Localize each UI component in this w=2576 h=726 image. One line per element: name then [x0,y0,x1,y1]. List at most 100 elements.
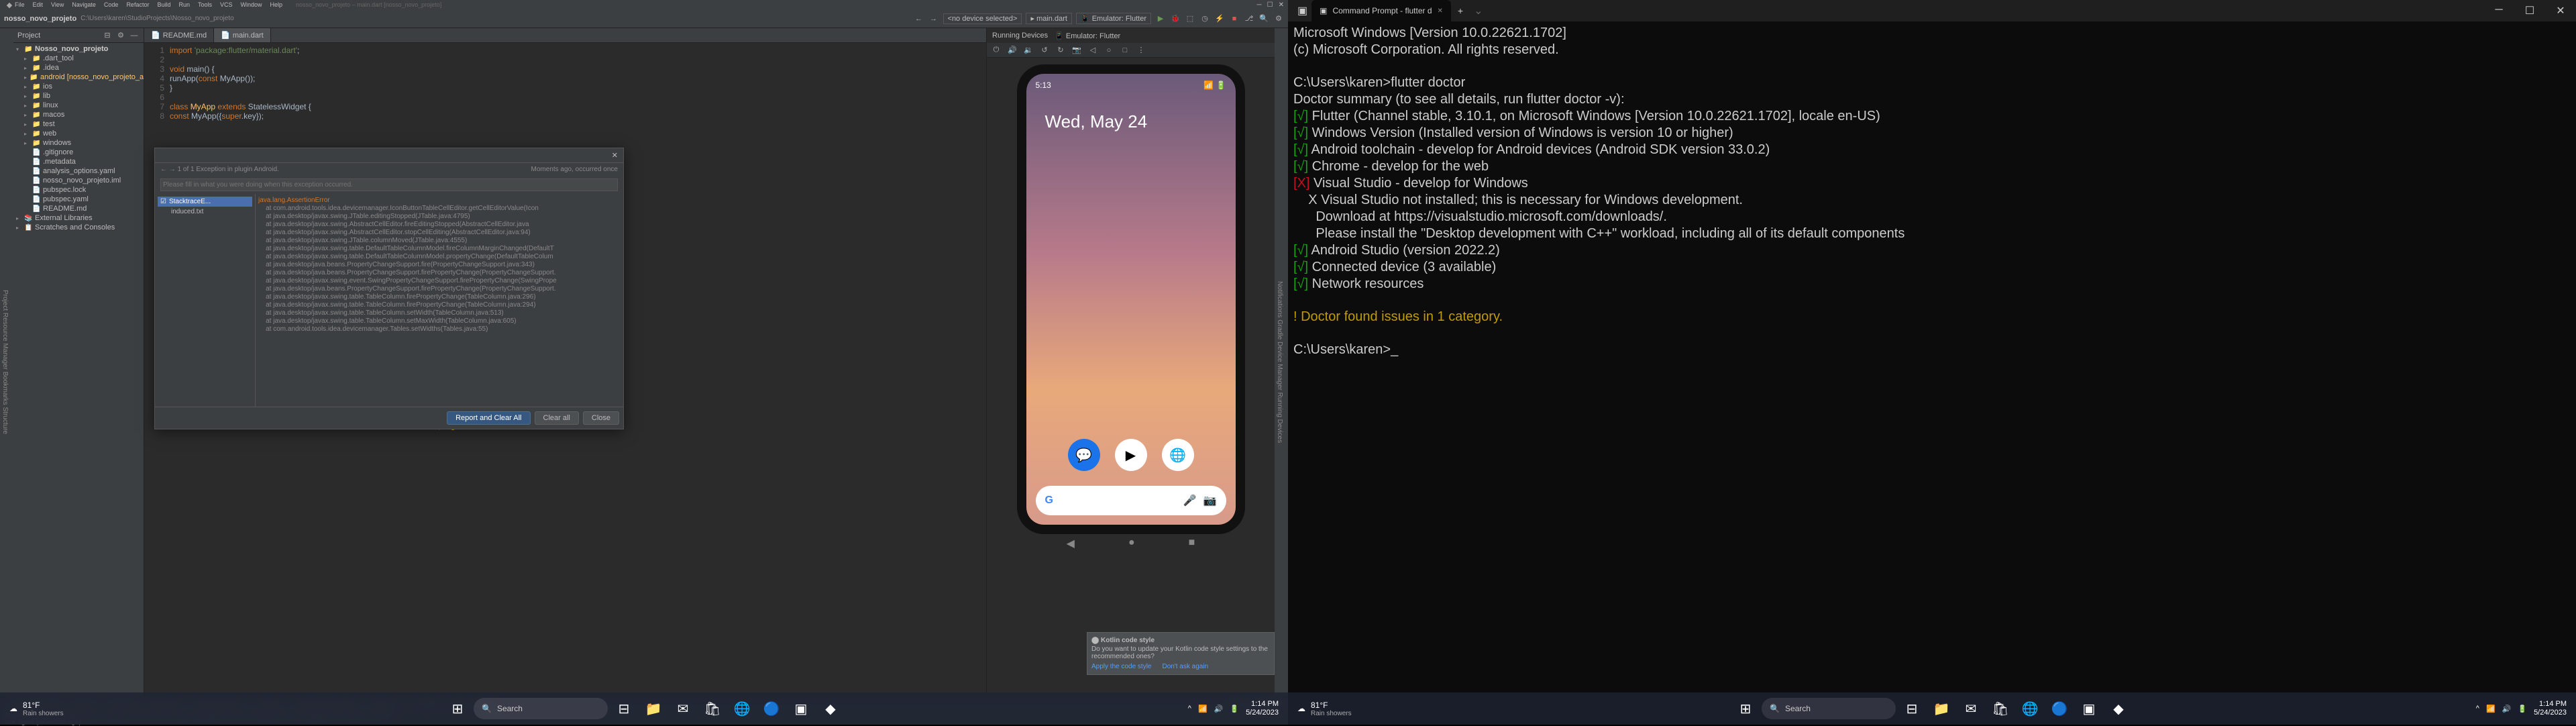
profile-icon[interactable]: ◷ [1199,13,1210,24]
home-nav-icon[interactable]: ○ [1104,45,1114,56]
tray-wifi-icon[interactable]: 📶 [1198,705,1208,713]
menu-view[interactable]: View [51,1,64,8]
project-tree[interactable]: ▾📁Nosso_novo_projeto ▸📁.dart_tool ▸📁.ide… [13,43,144,234]
weather-widget[interactable]: ☁ 81°F Rain showers [0,701,73,717]
stop-icon[interactable]: ■ [1229,13,1240,24]
device-select[interactable]: <no device selected> [943,13,1022,24]
menu-refactor[interactable]: Refactor [126,1,149,8]
tree-lib[interactable]: lib [43,92,50,100]
terminal-icon-r[interactable]: ▣ [2076,695,2102,722]
explorer-icon-r[interactable]: 📁 [1928,695,1955,722]
nav-back-icon[interactable]: ◀ [1067,537,1075,550]
hide-icon[interactable]: — [129,30,140,41]
terminal-output[interactable]: Microsoft Windows [Version 10.0.22621.17… [1288,21,2576,692]
tab-dropdown-icon[interactable]: ⌄ [1470,4,1487,17]
power-icon[interactable]: ⏻ [991,45,1002,56]
tree-test[interactable]: test [43,120,55,128]
tree-gitignore[interactable]: .gitignore [43,148,73,156]
rotate-left-icon[interactable]: ↺ [1039,45,1050,56]
play-store-icon[interactable]: ▶ [1115,439,1147,471]
cmd-tab-close-icon[interactable]: ✕ [1438,7,1443,15]
tray-volume-icon[interactable]: 🔊 [1214,705,1224,713]
tree-linux[interactable]: linux [43,101,58,109]
chrome-icon[interactable]: 🌐 [1162,439,1194,471]
tree-ios[interactable]: ios [43,83,52,91]
apply-code-style-link[interactable]: Apply the code style [1091,663,1152,670]
more-icon[interactable]: ⋮ [1136,45,1146,56]
debug-icon[interactable]: 🐞 [1170,13,1181,24]
minimize-button[interactable]: ─ [1257,1,1262,9]
tree-windows[interactable]: windows [43,139,71,147]
menu-navigate[interactable]: Navigate [72,1,96,8]
nav-recents-icon[interactable]: ■ [1189,537,1195,550]
status-indent[interactable]: 2 spaces [434,427,447,719]
tree-idea[interactable]: .idea [43,64,59,72]
menu-edit[interactable]: Edit [33,1,44,8]
cmd-tab[interactable]: ▣ Command Prompt - flutter d ✕ [1311,0,1451,21]
start-button[interactable]: ⊞ [444,695,471,722]
google-search-bar[interactable]: G 🎤 📷 [1036,486,1226,515]
collapse-icon[interactable]: ⊟ [102,30,113,41]
error-stacktrace[interactable]: java.lang.AssertionError at com.android.… [256,194,623,407]
tray-battery-icon-r[interactable]: 🔋 [2518,705,2527,713]
status-caret-pos[interactable]: 1:1 [401,427,406,719]
tree-readme[interactable]: README.md [43,205,87,213]
rotate-right-icon[interactable]: ↻ [1055,45,1066,56]
tree-web[interactable]: web [43,129,56,138]
cmd-close-button[interactable]: ✕ [2545,4,2576,17]
close-dialog-button[interactable]: Close [583,411,619,425]
taskbar-search-r[interactable]: 🔍 Search [1762,698,1896,719]
status-line-sep[interactable]: CRLF [409,427,418,719]
tree-pubspec[interactable]: pubspec.yaml [43,195,89,203]
store-icon-r[interactable]: 🛍 [1987,695,2014,722]
running-devices-label[interactable]: Running Devices [992,32,1048,40]
taskbar-clock-r[interactable]: 1:14 PM 5/24/2023 [2534,700,2567,717]
run-config-select[interactable]: ▸ main.dart [1026,13,1071,24]
edge-icon-r[interactable]: 🌐 [2017,695,2043,722]
forward-icon[interactable]: → [928,13,939,24]
tree-dart-tool[interactable]: .dart_tool [43,54,74,62]
start-button-r[interactable]: ⊞ [1732,695,1759,722]
chrome-tb-icon-r[interactable]: 🔵 [2046,695,2073,722]
edge-icon[interactable]: 🌐 [729,695,755,722]
explorer-icon[interactable]: 📁 [640,695,667,722]
breadcrumb-project[interactable]: nosso_novo_projeto [4,15,76,23]
task-view-icon-r[interactable]: ⊟ [1898,695,1925,722]
taskbar-search[interactable]: 🔍 Search [474,698,608,719]
terminal-icon[interactable]: ▣ [788,695,814,722]
git-icon[interactable]: ⎇ [1244,13,1254,24]
android-studio-icon[interactable]: ◆ [817,695,844,722]
tray-wifi-icon-r[interactable]: 📶 [2486,705,2496,713]
tree-scratches[interactable]: Scratches and Consoles [35,223,115,231]
error-item-stacktrace[interactable]: ☑ StacktraceE... [158,197,252,207]
menu-code[interactable]: Code [104,1,119,8]
task-view-icon[interactable]: ⊟ [610,695,637,722]
status-encoding[interactable]: UTF-8 [421,427,431,719]
menu-help[interactable]: Help [270,1,283,8]
report-clear-button[interactable]: Report and Clear All [447,411,530,425]
tree-root[interactable]: Nosso_novo_projeto [35,45,108,53]
cmd-minimize-button[interactable]: ─ [2483,4,2514,16]
close-button[interactable]: ✕ [1279,1,1284,9]
tree-ext-lib[interactable]: External Libraries [35,214,93,222]
clear-all-button[interactable]: Clear all [535,411,579,425]
coverage-icon[interactable]: ⬚ [1185,13,1195,24]
new-tab-button[interactable]: + [1451,5,1470,16]
android-studio-icon-r[interactable]: ◆ [2105,695,2132,722]
tree-macos[interactable]: macos [43,111,64,119]
volume-up-icon[interactable]: 🔊 [1007,45,1018,56]
taskbar-clock[interactable]: 1:14 PM 5/24/2023 [1246,700,1279,717]
tab-readme[interactable]: 📄 README.md [144,28,214,42]
mail-icon[interactable]: ✉ [669,695,696,722]
search-icon[interactable]: 🔍 [1258,13,1269,24]
cmd-maximize-button[interactable]: ☐ [2514,4,2545,17]
tree-lock[interactable]: pubspec.lock [43,186,86,194]
right-tool-stripe[interactable]: Notifications Gradle Device Manager Runn… [1275,28,1288,696]
hot-reload-icon[interactable]: ⚡ [1214,13,1225,24]
lens-icon[interactable]: 📷 [1203,494,1217,507]
tab-main-dart[interactable]: 📄 main.dart [214,28,271,42]
nav-home-icon[interactable]: ● [1128,537,1135,550]
menu-run[interactable]: Run [178,1,190,8]
back-nav-icon[interactable]: ◁ [1087,45,1098,56]
tree-android[interactable]: android [nosso_novo_projeto_android] [40,73,144,81]
